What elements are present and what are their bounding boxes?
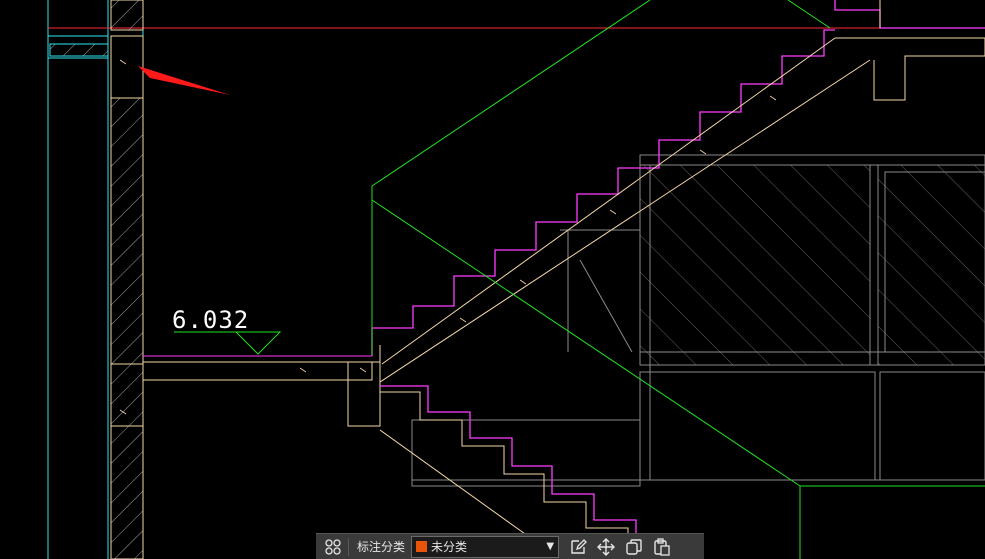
edit-icon[interactable]	[567, 536, 589, 558]
category-dropdown[interactable]: 未分类 ▼	[411, 535, 560, 558]
toolbar-separator	[348, 537, 349, 556]
move-icon[interactable]	[595, 536, 617, 558]
red-pointer-arrow	[138, 66, 230, 95]
window-frames	[411, 154, 985, 487]
chevron-down-icon[interactable]: ▼	[546, 541, 554, 552]
upper-stair-steps-top	[834, 0, 985, 29]
left-wall-column	[49, 0, 144, 559]
elevation-marker: 6.032	[172, 306, 282, 355]
category-value: 未分类	[431, 540, 468, 554]
copy-icon[interactable]	[623, 536, 645, 558]
paste-icon[interactable]	[651, 536, 673, 558]
category-label: 标注分类	[357, 540, 406, 554]
lower-stair-steps	[380, 385, 637, 540]
category-color-swatch	[416, 541, 428, 552]
cad-drawing-canvas[interactable]: 6.032	[0, 0, 985, 559]
annotation-toolbar: 标注分类 未分类 ▼	[316, 533, 704, 559]
landing-slab	[142, 355, 381, 427]
toolbar-actions	[567, 536, 673, 558]
elevation-text: 6.032	[172, 306, 249, 334]
grid-icon[interactable]	[322, 536, 344, 558]
cad-viewport[interactable]: 6.032 标注分类 未分类 ▼	[0, 0, 985, 559]
